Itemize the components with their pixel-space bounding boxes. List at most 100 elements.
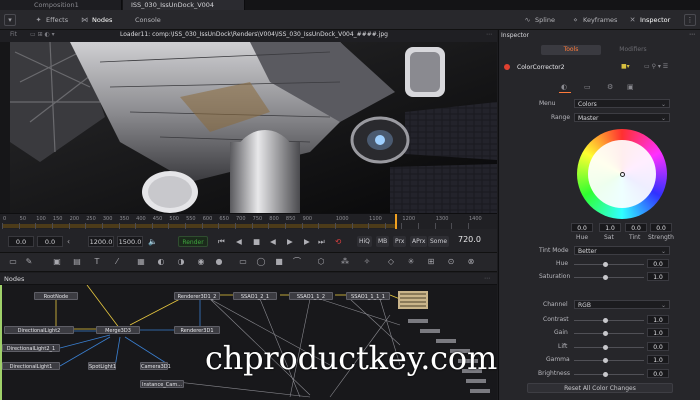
effects-button[interactable]: ✦ Effects bbox=[34, 13, 69, 27]
loop-icon[interactable]: ⟲ bbox=[335, 236, 341, 247]
global-end-field[interactable]: 1500.0 bbox=[117, 236, 143, 247]
playhead[interactable] bbox=[395, 214, 397, 230]
color-tool-icon[interactable]: ◐ bbox=[156, 257, 166, 267]
tracker-tool-icon[interactable]: ✧ bbox=[362, 257, 372, 267]
inspector-more-icon[interactable]: ⋯ bbox=[689, 31, 695, 38]
text-tool-icon[interactable]: T bbox=[92, 257, 102, 267]
speaker-icon[interactable]: 🔈 bbox=[148, 236, 157, 247]
brightness-field[interactable]: 0.0 bbox=[647, 369, 669, 378]
viewer-image[interactable] bbox=[10, 42, 497, 213]
bspline-tool-icon[interactable]: ⌒ bbox=[292, 257, 302, 267]
mask-rect-tool-icon[interactable]: ▭ bbox=[238, 257, 248, 267]
node-renderer3d1[interactable]: Renderer3D1 bbox=[174, 326, 220, 334]
node-renderer3d1-2[interactable]: Renderer3D1_2 bbox=[174, 292, 220, 300]
tool-enable-icon[interactable] bbox=[504, 64, 510, 70]
render-tool-icon[interactable]: ⊗ bbox=[466, 257, 476, 267]
node-rootnode[interactable]: RootNode bbox=[34, 292, 78, 300]
gamma-slider[interactable] bbox=[574, 360, 644, 361]
viewer-options-icon[interactable]: ▭ ⊞ ◐ ▾ bbox=[30, 31, 55, 38]
channel-dropdown[interactable]: RGB ⌄ bbox=[574, 300, 670, 309]
tab-modifiers[interactable]: Modifiers bbox=[603, 45, 663, 55]
mb-toggle[interactable]: MB bbox=[376, 236, 390, 247]
node-merge3d3[interactable]: Merge3D3 bbox=[96, 326, 140, 334]
node-ssao1-1-2[interactable]: SSAO1_1_2 bbox=[289, 292, 333, 300]
merge-tool-icon[interactable]: ▦ bbox=[136, 257, 146, 267]
saturation-slider-knob[interactable] bbox=[603, 275, 608, 280]
colors-tab-icon[interactable]: ◐ bbox=[561, 83, 567, 91]
range-dropdown[interactable]: Master ⌄ bbox=[574, 113, 670, 122]
brush-tool-icon[interactable]: ⁄ bbox=[112, 257, 122, 267]
tool-controls-icon[interactable]: ▭ ⚲ ▾ ☰ bbox=[644, 63, 668, 70]
hue-slider[interactable] bbox=[574, 264, 644, 265]
light-tool-icon[interactable]: ⊙ bbox=[446, 257, 456, 267]
lift-field[interactable]: 0.0 bbox=[647, 342, 669, 351]
node-directionallight2[interactable]: DirectionalLight2 bbox=[4, 326, 74, 334]
play-reverse-icon[interactable]: ◀ bbox=[270, 236, 276, 247]
paint-tool-icon[interactable]: ✎ bbox=[24, 257, 34, 267]
mask-square-tool-icon[interactable]: ■ bbox=[274, 257, 284, 267]
render-end-field[interactable]: 1200.0 bbox=[88, 236, 114, 247]
hue-wheel-field[interactable]: 0.0 bbox=[571, 223, 593, 232]
version-icon[interactable]: ■▾ bbox=[621, 63, 630, 70]
mask-tab-icon[interactable]: ▣ bbox=[627, 83, 634, 91]
stop-icon[interactable]: ■ bbox=[253, 236, 260, 247]
contrast-slider[interactable] bbox=[574, 320, 644, 321]
console-button[interactable]: Console bbox=[135, 13, 161, 27]
sat-wheel-field[interactable]: 1.0 bbox=[599, 223, 621, 232]
play-icon[interactable]: ▶ bbox=[287, 236, 293, 247]
3d-tool-icon[interactable]: ⬡ bbox=[316, 257, 326, 267]
tab-tools[interactable]: Tools bbox=[541, 45, 601, 55]
step-forward-icon[interactable]: ▶ bbox=[304, 236, 310, 247]
prx-toggle[interactable]: Prx bbox=[393, 236, 407, 247]
go-to-start-icon[interactable]: ⏮ bbox=[218, 236, 225, 247]
color-wheel[interactable] bbox=[577, 129, 667, 219]
brightness-slider[interactable] bbox=[574, 374, 644, 375]
viewer-more-icon[interactable]: ⋯ bbox=[486, 31, 492, 38]
tint-mode-dropdown[interactable]: Better ⌄ bbox=[574, 246, 670, 255]
node-directionallight1[interactable]: DirectionalLight1 bbox=[2, 362, 60, 370]
keyer-tool-icon[interactable]: ✳ bbox=[406, 257, 416, 267]
image-tool-icon[interactable]: ▣ bbox=[52, 257, 62, 267]
spline-button[interactable]: ∿ Spline bbox=[523, 13, 555, 27]
node-ssao1-2-1[interactable]: SSAO1_2_1 bbox=[233, 292, 277, 300]
time-ruler[interactable]: 0 50 100 150 200 250 300 350 400 450 500 550 600 650 7… bbox=[0, 213, 497, 230]
gain-slider[interactable] bbox=[574, 333, 644, 334]
node-ssao1-1-1-1[interactable]: SSAO1_1_1_1 bbox=[346, 292, 390, 300]
go-to-end-icon[interactable]: ⏭ bbox=[318, 236, 325, 247]
gamma-slider-knob[interactable] bbox=[603, 358, 608, 363]
nodes-more-icon[interactable]: ⋯ bbox=[484, 275, 490, 282]
node-spotlight1[interactable]: SpotLight1 bbox=[88, 362, 116, 370]
saturation-field[interactable]: 1.0 bbox=[647, 272, 669, 281]
nodes-button[interactable]: ⋈ Nodes bbox=[80, 13, 112, 27]
gamma-field[interactable]: 1.0 bbox=[647, 355, 669, 364]
render-button[interactable]: Render bbox=[178, 236, 208, 247]
levels-tab-icon[interactable]: ▭ bbox=[584, 83, 591, 91]
blur-tool-icon[interactable]: ◉ bbox=[196, 257, 206, 267]
step-back-icon[interactable]: ◀ bbox=[236, 236, 242, 247]
loader-tool-icon[interactable]: ▤ bbox=[72, 257, 82, 267]
brightness-slider-knob[interactable] bbox=[603, 372, 608, 377]
tint-wheel-field[interactable]: 0.0 bbox=[625, 223, 647, 232]
lift-slider-knob[interactable] bbox=[603, 345, 608, 350]
fit-dropdown[interactable]: Fit bbox=[10, 31, 17, 38]
global-start-field[interactable]: 0.0 bbox=[8, 236, 34, 247]
current-frame[interactable]: 720.0 bbox=[458, 235, 481, 244]
hiq-toggle[interactable]: HiQ bbox=[357, 236, 372, 247]
node-instance-cam[interactable]: Instance_Cam... bbox=[140, 380, 184, 388]
gain-field[interactable]: 1.0 bbox=[647, 328, 669, 337]
aprx-toggle[interactable]: APrx bbox=[410, 236, 428, 247]
saturation-slider[interactable] bbox=[574, 277, 644, 278]
strength-wheel-field[interactable]: 0.0 bbox=[650, 223, 672, 232]
lift-slider[interactable] bbox=[574, 347, 644, 348]
background-tool-icon[interactable]: ▭ bbox=[8, 257, 18, 267]
render-start-field[interactable]: 0.0 bbox=[37, 236, 63, 247]
node-camera3d1[interactable]: Camera3D1 bbox=[140, 362, 171, 370]
tab-composition1[interactable]: Composition1 bbox=[0, 0, 122, 10]
more-menu-button[interactable]: ⋮ bbox=[684, 14, 696, 26]
hue-slider-knob[interactable] bbox=[603, 262, 608, 267]
tab-iss-030[interactable]: ISS_030_IssUnDock_V004 bbox=[123, 0, 245, 10]
inspector-button[interactable]: ✕ Inspector bbox=[628, 13, 671, 27]
some-toggle[interactable]: Some bbox=[428, 236, 450, 247]
reset-color-changes-button[interactable]: Reset All Color Changes bbox=[527, 383, 673, 393]
color-wheel-pointer[interactable] bbox=[620, 172, 625, 177]
